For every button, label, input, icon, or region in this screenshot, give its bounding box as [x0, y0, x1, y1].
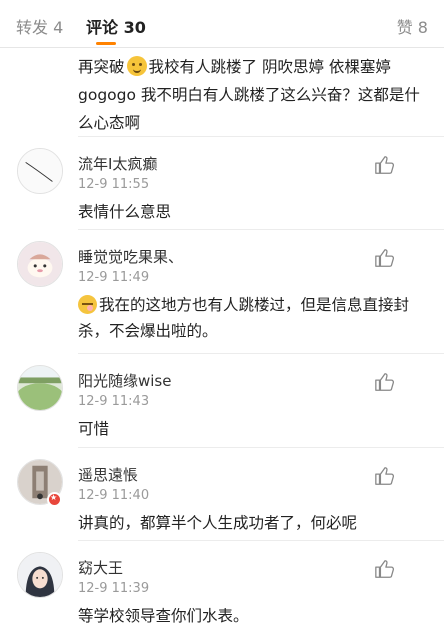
commenter-name[interactable]: 遥思遠悵	[78, 464, 138, 485]
divider	[78, 229, 444, 230]
commenter-name[interactable]: 睡觉觉吃果果、	[78, 246, 183, 267]
divider	[78, 353, 444, 354]
comment-time: 12-9 11:55	[78, 177, 150, 192]
avatar[interactable]	[17, 148, 63, 194]
commenter-name[interactable]: 阳光随缘wise	[78, 370, 171, 391]
active-tab-indicator	[96, 42, 116, 45]
tab-forward[interactable]: 转发 4	[16, 14, 63, 38]
commenter-name[interactable]: 流年I太疯癫	[78, 153, 157, 174]
thumbs-up-icon[interactable]	[374, 154, 396, 176]
comment-text: 我在的这地方也有人跳楼过，但是信息直接封杀，不会爆出啦的。	[78, 292, 433, 344]
thumbs-up-icon[interactable]	[374, 465, 396, 487]
comment-text: 等学校领导查你们水表。	[78, 607, 249, 625]
comment-tab-bar: 转发 4 评论 30 赞 8	[0, 0, 444, 48]
thumbs-up-icon[interactable]	[374, 371, 396, 393]
divider	[78, 447, 444, 448]
avatar[interactable]	[17, 241, 63, 287]
divider	[78, 136, 444, 137]
commenter-name[interactable]: 窈大王	[78, 557, 123, 578]
emoji-icon	[78, 295, 97, 314]
emoji-icon	[126, 56, 147, 76]
comment-time: 12-9 11:39	[78, 581, 150, 596]
comment-time: 12-9 11:49	[78, 270, 150, 285]
top-comment-text: 再突破 我校有人跳楼了 阴吹思婷 依棵塞婷 gogogo 我不明白有人跳楼了这么兴…	[78, 53, 433, 137]
tab-like[interactable]: 赞 8	[397, 14, 428, 38]
avatar[interactable]	[17, 365, 63, 411]
comment-time: 12-9 11:40	[78, 488, 150, 503]
comment-time: 12-9 11:43	[78, 394, 150, 409]
comment-text: 可惜	[78, 420, 110, 438]
top-comment-text-before: 再突破	[78, 58, 125, 76]
verified-badge-icon	[47, 492, 62, 507]
comment-text-body: 我在的这地方也有人跳楼过，但是信息直接封杀，不会爆出啦的。	[78, 296, 410, 340]
thumbs-up-icon[interactable]	[374, 558, 396, 580]
thumbs-up-icon[interactable]	[374, 247, 396, 269]
avatar[interactable]	[17, 552, 63, 598]
tab-comment[interactable]: 评论 30	[86, 14, 146, 38]
comment-text: 表情什么意思	[78, 203, 172, 221]
comment-text: 讲真的，都算半个人生成功者了，何必呢	[78, 514, 358, 532]
divider	[78, 540, 444, 541]
